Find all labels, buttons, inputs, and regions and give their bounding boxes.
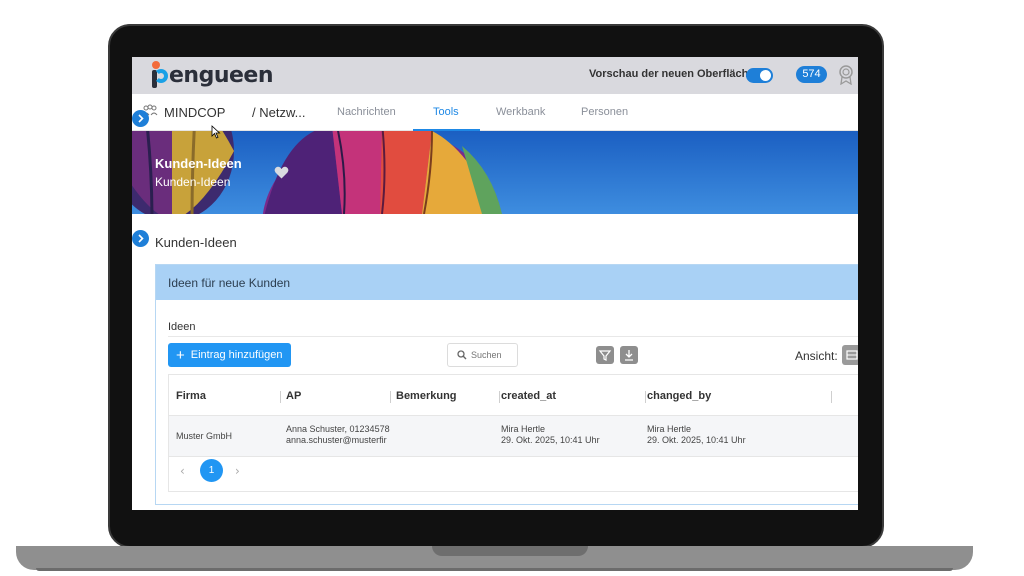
hero-banner: Kunden-Ideen Kunden-Ideen (132, 131, 858, 214)
notification-badge[interactable]: 574 (796, 66, 827, 83)
plus-icon: + (176, 346, 185, 364)
hero-subtitle: Kunden-Ideen (155, 175, 231, 189)
cell-changed-by: Mira Hertle (647, 424, 692, 434)
cell-created-at: 29. Okt. 2025, 10:41 Uhr (501, 435, 600, 445)
laptop-base-shadow (36, 568, 953, 571)
column-header-created-at[interactable]: created_at (501, 390, 556, 402)
app-screen: engueen Vorschau der neuen Oberfläche 57… (132, 57, 858, 510)
view-select-button[interactable] (842, 345, 858, 365)
tab-werkbank[interactable]: Werkbank (496, 106, 545, 118)
hero-title: Kunden-Ideen (155, 156, 242, 171)
section-title: Kunden-Ideen (155, 235, 237, 250)
chevron-right-icon (138, 234, 144, 243)
tab-tools[interactable]: Tools (433, 106, 459, 118)
download-icon (625, 350, 633, 361)
search-input[interactable] (471, 347, 515, 363)
section-expand-button[interactable] (132, 230, 149, 247)
add-entry-button[interactable]: + Eintrag hinzufügen (168, 343, 291, 367)
filter-icon (598, 350, 612, 361)
column-separator (280, 391, 281, 403)
ideas-card: Ideen für neue Kunden Ideen + Eintrag hi… (155, 264, 858, 505)
column-separator (390, 391, 391, 403)
nav-bar: MINDCOP / Netzw... Nachrichten Tools Wer… (132, 94, 858, 131)
pagination-prev-icon[interactable]: ‹ (180, 464, 185, 478)
tab-nachrichten[interactable]: Nachrichten (337, 106, 396, 118)
download-button[interactable] (620, 346, 638, 364)
row-divider (169, 456, 858, 457)
pagination-page[interactable]: 1 (200, 459, 223, 482)
tab-personen[interactable]: Personen (581, 106, 628, 118)
nav-brand[interactable]: MINDCOP (164, 105, 225, 120)
table-view-icon (846, 350, 858, 360)
column-header-bemerkung[interactable]: Bemerkung (396, 390, 457, 402)
laptop-notch (432, 546, 588, 556)
chevron-right-icon (138, 114, 144, 123)
card-header: Ideen für neue Kunden (156, 265, 858, 300)
mouse-cursor-icon (211, 125, 221, 139)
column-separator (499, 391, 500, 403)
cell-ap-line1: Anna Schuster, 01234578 (286, 424, 390, 434)
hot-air-balloons-image (132, 131, 858, 214)
column-header-firma[interactable]: Firma (176, 390, 206, 402)
preview-toggle[interactable] (746, 68, 773, 83)
divider (168, 336, 858, 337)
breadcrumb[interactable]: / Netzw... (252, 105, 305, 120)
app-logo[interactable]: engueen (150, 59, 274, 91)
card-title: Ideen für neue Kunden (168, 276, 291, 290)
cell-firma: Muster GmbH (176, 431, 233, 441)
column-separator (645, 391, 646, 403)
cell-created-by: Mira Hertle (501, 424, 546, 434)
heart-icon[interactable] (274, 166, 289, 179)
table-row[interactable]: Muster GmbH Anna Schuster, 01234578 anna… (169, 416, 858, 456)
ideas-table: Firma AP Bemerkung created_at changed_by… (168, 374, 858, 492)
logo-mark-icon (150, 60, 170, 90)
pagination-next-icon[interactable]: › (235, 464, 240, 478)
column-header-changed-by[interactable]: changed_by (647, 390, 711, 402)
logo-text: engueen (169, 62, 274, 88)
cell-changed-at: 29. Okt. 2025, 10:41 Uhr (647, 435, 746, 445)
sidebar-expand-button[interactable] (132, 110, 149, 127)
top-bar: engueen Vorschau der neuen Oberfläche 57… (132, 57, 858, 94)
cell-ap-line2: anna.schuster@musterfir (286, 435, 387, 445)
column-separator (831, 391, 832, 403)
table-title: Ideen (168, 321, 196, 333)
award-icon[interactable] (838, 65, 854, 85)
add-entry-label: Eintrag hinzufügen (190, 349, 283, 361)
search-icon (457, 350, 467, 360)
preview-toggle-label: Vorschau der neuen Oberfläche (589, 68, 755, 80)
column-header-ap[interactable]: AP (286, 390, 301, 402)
filter-button[interactable] (596, 346, 614, 364)
search-box[interactable] (447, 343, 518, 367)
view-label: Ansicht: (795, 349, 838, 363)
